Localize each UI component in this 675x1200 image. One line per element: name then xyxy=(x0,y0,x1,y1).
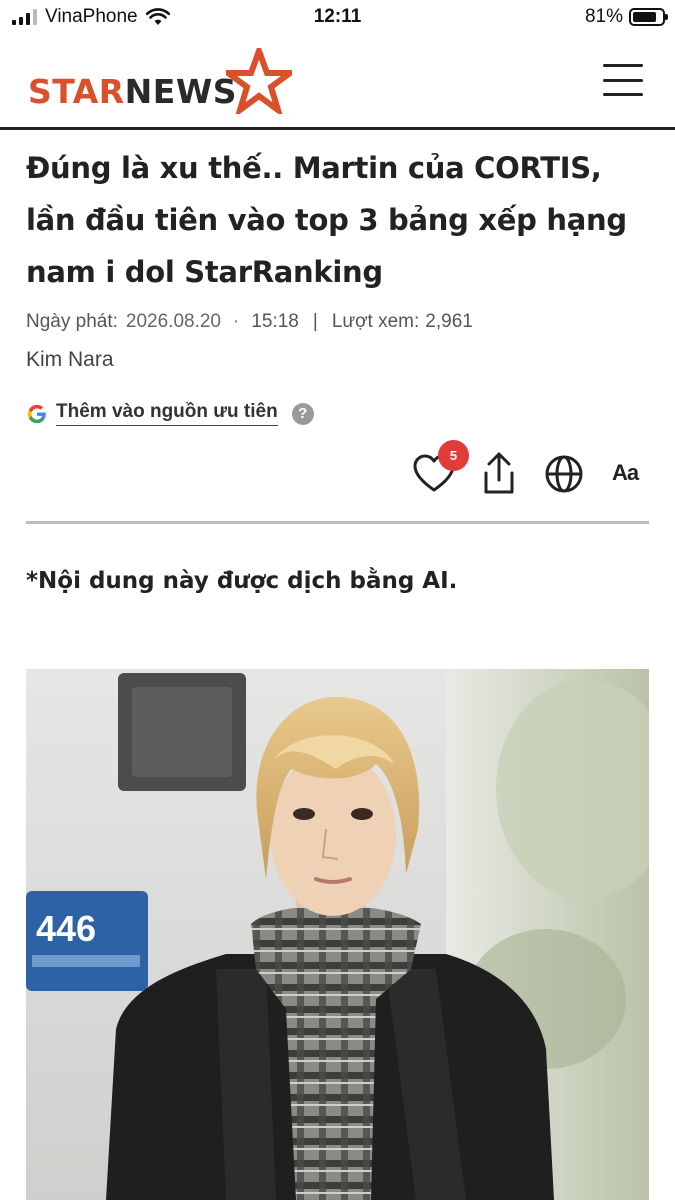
help-icon[interactable]: ? xyxy=(291,402,314,425)
star-logo-icon xyxy=(226,48,292,114)
google-source-label[interactable]: Thêm vào nguồn ưu tiên xyxy=(56,401,278,426)
logo-news-text: NEWS xyxy=(124,72,237,111)
logo-star-text: STAR xyxy=(28,72,125,111)
section-divider xyxy=(26,521,649,524)
font-size-button[interactable]: Aa xyxy=(598,438,658,508)
ai-translation-note: *Nội dung này được dịch bằng AI. xyxy=(26,568,458,594)
translate-button[interactable] xyxy=(534,438,594,508)
battery-icon xyxy=(629,8,668,26)
article-meta: Ngày phát: 2026.08.20 · 15:18 | Lượt xem… xyxy=(26,311,473,333)
share-button[interactable] xyxy=(470,438,530,508)
article-author: Kim Nara xyxy=(26,348,114,371)
article-title: Đúng là xu thế.. Martin của CORTIS, lần … xyxy=(26,151,627,289)
meta-separator: | xyxy=(312,311,318,332)
like-count-badge: 5 xyxy=(438,440,469,471)
article-photo-image: 446 xyxy=(26,669,649,1200)
status-bar: VinaPhone 12:11 81% xyxy=(0,0,675,34)
publish-time: 15:18 xyxy=(251,311,299,332)
site-header: STARNEWS xyxy=(0,34,675,130)
battery-percent: 81% xyxy=(584,6,623,27)
google-preferred-source[interactable]: Thêm vào nguồn ưu tiên ? xyxy=(26,401,314,426)
published-label: Ngày phát: xyxy=(26,311,118,332)
google-icon xyxy=(27,404,46,423)
article-actions: 5 Aa xyxy=(0,438,675,508)
font-size-icon: Aa xyxy=(612,460,639,485)
menu-button[interactable] xyxy=(603,64,643,96)
share-icon xyxy=(484,452,514,494)
status-time: 12:11 xyxy=(313,6,362,27)
views-label: Lượt xem: xyxy=(331,311,420,332)
meta-dot: · xyxy=(233,311,240,332)
bus-sign-number: 446 xyxy=(36,908,96,949)
like-button[interactable]: 5 xyxy=(404,438,469,508)
starnews-logo[interactable]: STARNEWS xyxy=(28,48,298,120)
globe-icon xyxy=(545,455,583,493)
article-photo: 446 xyxy=(26,669,649,1200)
publish-date: 2026.08.20 xyxy=(125,311,221,332)
views-count: 2,961 xyxy=(425,311,473,332)
